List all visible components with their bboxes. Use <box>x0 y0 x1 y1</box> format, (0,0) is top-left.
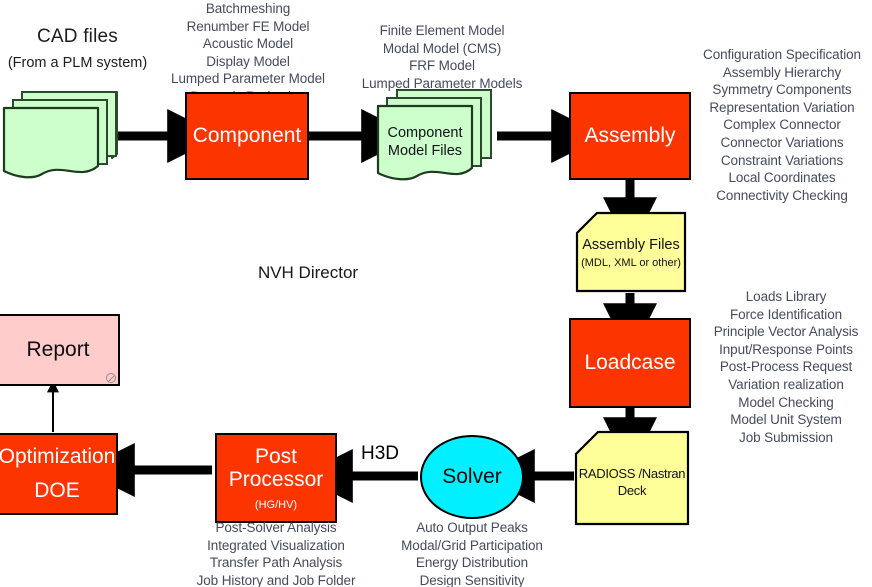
annotation-solver-1: Modal/Grid Participation <box>401 537 543 553</box>
annotation-component-files-0: Finite Element Model <box>379 23 505 38</box>
resize-handle-icon[interactable] <box>106 373 116 383</box>
node-report[interactable]: Report <box>0 314 120 386</box>
annotation-post-processor-1: Integrated Visualization <box>207 537 345 553</box>
node-post-processor-line2: Processor <box>228 468 324 492</box>
node-assembly-files-label: Assembly Files (MDL, XML or other) <box>575 237 687 269</box>
node-solver[interactable]: Solver <box>420 435 524 519</box>
annotation-component-files-2: FRF Model <box>409 58 475 74</box>
annotation-post-processor: Post-Solver Analysis Integrated Visualiz… <box>190 519 362 587</box>
node-solver-label: Solver <box>442 465 502 488</box>
annotation-assembly-2: Symmetry Components <box>712 82 852 98</box>
edge-label-h3d: H3D <box>360 443 399 464</box>
annotation-loadcase-3: Input/Response Points <box>719 341 853 357</box>
annotation-component-files: Finite Element Model Modal Model (CMS) F… <box>350 22 534 92</box>
annotation-loadcase-8: Job Submission <box>739 429 833 445</box>
cad-files-title: CAD files <box>37 26 118 47</box>
node-optimization-doe-line1: Optimization <box>0 445 116 469</box>
annotation-solver-2: Energy Distribution <box>415 555 529 571</box>
node-report-label: Report <box>26 338 90 362</box>
annotation-assembly-4: Complex Connector <box>723 117 841 133</box>
annotation-component-1: Renumber FE Model <box>186 18 310 34</box>
annotation-loadcase-7: Model Unit System <box>730 412 842 428</box>
annotation-solver: Auto Output Peaks Modal/Grid Participati… <box>386 519 558 587</box>
annotation-assembly-6: Constraint Variations <box>720 152 844 168</box>
node-component-label: Component <box>192 124 302 148</box>
annotation-assembly-7: Local Coordinates <box>728 170 836 186</box>
annotation-component-2: Acoustic Model <box>202 36 294 52</box>
annotation-component-0: Batchmeshing <box>205 1 291 16</box>
annotation-loadcase: Loads Library Force Identification Princ… <box>700 288 872 446</box>
node-component-model-files-line2: Model Files <box>387 143 463 159</box>
annotation-assembly-3: Representation Variation <box>709 99 855 115</box>
cad-files-subtitle: (From a PLM system) <box>7 55 148 71</box>
node-assembly-label: Assembly <box>584 124 676 148</box>
node-loadcase-label: Loadcase <box>584 351 676 375</box>
annotation-solver-0: Auto Output Peaks <box>416 520 528 535</box>
annotation-loadcase-2: Principle Vector Analysis <box>713 324 859 340</box>
annotation-loadcase-4: Post-Process Request <box>719 359 853 375</box>
diagram-canvas: CAD files (From a PLM system) Batchmeshi… <box>0 0 872 587</box>
annotation-loadcase-5: Variation realization <box>728 376 844 392</box>
annotation-assembly-5: Connector Variations <box>720 134 844 150</box>
node-assembly-files-line1: Assembly Files <box>582 237 680 253</box>
annotation-assembly-1: Assembly Hierarchy <box>722 64 842 80</box>
annotation-post-processor-2: Transfer Path Analysis <box>209 555 343 571</box>
annotation-assembly: Configuration Specification Assembly Hie… <box>692 46 872 204</box>
annotation-component-files-1: Modal Model (CMS) <box>382 40 502 56</box>
node-post-processor-line1: Post <box>254 444 298 468</box>
annotation-post-processor-3: Job History and Job Folder <box>196 572 356 587</box>
annotation-assembly-0: Configuration Specification <box>703 47 861 62</box>
annotation-loadcase-0: Loads Library <box>745 289 827 304</box>
node-optimization-doe-line2: DOE <box>34 479 80 502</box>
node-component-model-files[interactable]: Component Model Files <box>375 86 499 186</box>
annotation-component-3: Display Model <box>206 53 290 69</box>
annotation-loadcase-1: Force Identification <box>729 306 843 322</box>
node-assembly[interactable]: Assembly <box>569 92 691 180</box>
annotation-solver-3: Design Sensitivity <box>419 572 525 587</box>
node-post-processor[interactable]: Post Processor (HG/HV) <box>215 433 337 523</box>
annotation-post-processor-0: Post-Solver Analysis <box>215 520 337 535</box>
node-assembly-files[interactable]: Assembly Files (MDL, XML or other) <box>575 211 687 293</box>
annotation-component: Batchmeshing Renumber FE Model Acoustic … <box>158 0 338 106</box>
node-loadcase[interactable]: Loadcase <box>569 318 691 408</box>
node-deck-line2: Deck <box>617 483 647 498</box>
annotation-component-4: Lumped Parameter Model <box>171 71 325 87</box>
annotation-assembly-8: Connectivity Checking <box>716 187 848 203</box>
node-component-model-files-line1: Component <box>387 125 463 141</box>
node-deck[interactable]: RADIOSS /Nastran Deck <box>574 430 690 526</box>
nvh-director-label: NVH Director <box>257 263 359 282</box>
node-deck-line1: RADIOSS /Nastran <box>578 466 686 481</box>
annotation-loadcase-6: Model Checking <box>738 394 834 410</box>
node-optimization-doe[interactable]: Optimization DOE <box>0 433 118 515</box>
node-assembly-files-line2: (MDL, XML or other) <box>581 257 681 269</box>
node-component[interactable]: Component <box>185 92 309 180</box>
node-post-processor-sub: (HG/HV) <box>254 498 298 511</box>
node-component-model-files-label: Component Model Files <box>378 124 472 160</box>
node-deck-label: RADIOSS /Nastran Deck <box>574 466 690 498</box>
cad-files-document-stack <box>2 88 120 184</box>
